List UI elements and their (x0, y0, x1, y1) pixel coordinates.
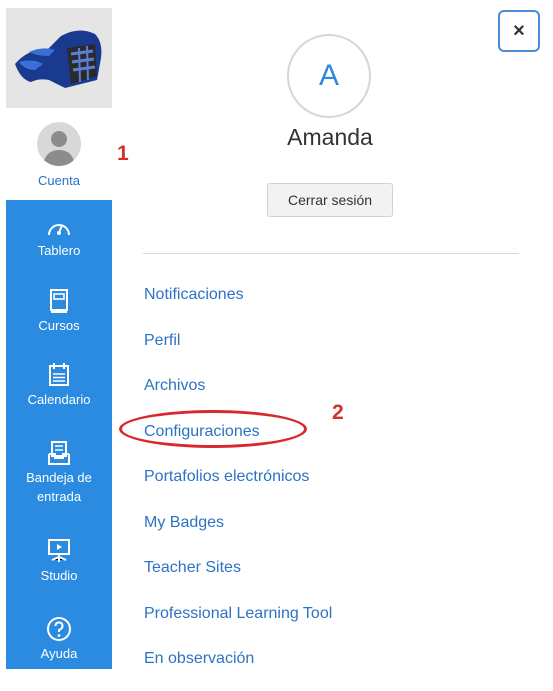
account-link-label[interactable]: Teacher Sites (144, 559, 241, 576)
profile-avatar: A (287, 34, 371, 118)
nav-item-label: Cursos (38, 318, 80, 333)
nav-item-label: Studio (40, 568, 78, 583)
inbox-icon (48, 441, 70, 465)
annotation-step-2: 2 (332, 401, 344, 424)
account-link-label[interactable]: Perfil (144, 332, 180, 349)
nav-item-label: Tablero (37, 243, 81, 258)
account-link-label[interactable]: Portafolios electrónicos (144, 468, 309, 485)
close-icon: × (513, 19, 525, 42)
studio-icon (48, 539, 70, 562)
person-icon (43, 131, 75, 166)
user-avatar (37, 122, 81, 166)
nav-item-help[interactable]: Ayuda (6, 616, 112, 663)
account-links-list: Notificaciones Perfil Archivos Configura… (144, 281, 332, 691)
nav-item-inbox[interactable]: Bandeja de entrada (6, 440, 112, 506)
close-tray-button[interactable]: × (498, 10, 540, 52)
nav-menu: Tablero Cursos Calendario Bandeja de ent… (6, 200, 112, 669)
account-link-label[interactable]: En observación (144, 650, 254, 667)
account-link-label[interactable]: Notificaciones (144, 286, 244, 303)
account-link-eportfolios[interactable]: Portafolios electrónicos (144, 463, 332, 509)
courses-icon (50, 289, 68, 313)
account-link-notifications[interactable]: Notificaciones (144, 281, 332, 327)
account-label: Cuenta (38, 173, 80, 188)
divider (143, 253, 519, 254)
dashboard-icon (48, 224, 70, 236)
account-link-label[interactable]: Archivos (144, 377, 205, 394)
account-link-profile[interactable]: Perfil (144, 327, 332, 373)
annotation-step-1: 1 (117, 142, 129, 165)
nav-item-label: Ayuda (40, 646, 78, 661)
school-logo[interactable] (6, 8, 112, 108)
nav-item-dashboard[interactable]: Tablero (6, 217, 112, 260)
account-link-observing[interactable]: En observación (144, 645, 332, 691)
nav-item-calendar[interactable]: Calendario (6, 362, 112, 409)
account-link-label[interactable]: Professional Learning Tool (144, 605, 332, 622)
nav-item-studio[interactable]: Studio (6, 538, 112, 585)
calendar-icon (49, 363, 69, 386)
nav-item-courses[interactable]: Cursos (6, 288, 112, 335)
annotation-highlight-ellipse (119, 410, 307, 448)
nav-item-label: Bandeja de entrada (26, 470, 92, 504)
nav-item-label: Calendario (27, 392, 91, 407)
avatar-initial: A (318, 59, 339, 92)
knight-logo-icon (15, 30, 102, 89)
account-link-label[interactable]: My Badges (144, 514, 224, 531)
account-link-teacher-sites[interactable]: Teacher Sites (144, 554, 332, 600)
logout-button[interactable]: Cerrar sesión (267, 183, 393, 217)
account-link-my-badges[interactable]: My Badges (144, 509, 332, 555)
user-name: Amanda (287, 124, 373, 150)
account-link-professional-learning-tool[interactable]: Professional Learning Tool (144, 600, 332, 646)
account-nav-item[interactable]: Cuenta (6, 108, 112, 200)
help-icon (47, 617, 71, 641)
global-navigation: Cuenta Tablero Cursos Calendario Bandeja… (6, 0, 112, 669)
